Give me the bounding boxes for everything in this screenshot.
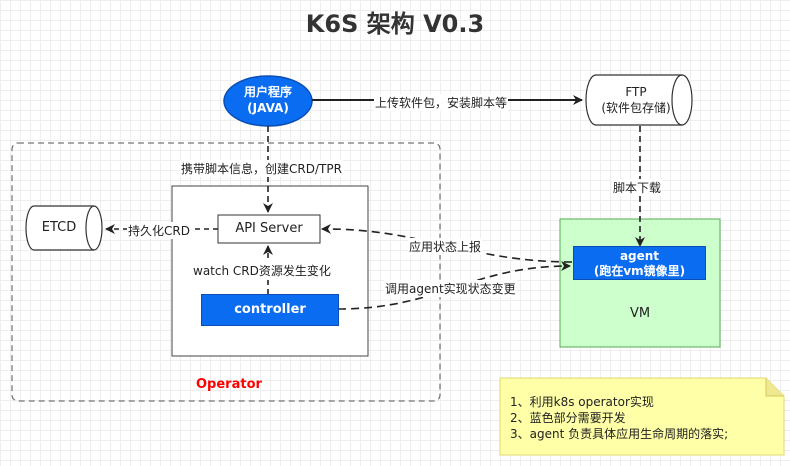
note-line-2: 2、蓝色部分需要开发	[510, 411, 626, 425]
etcd-label: ETCD	[41, 220, 77, 235]
note-line-3: 3、agent 负责具体应用生命周期的落实;	[510, 427, 729, 441]
api-server-label: API Server	[235, 221, 303, 236]
edge-create-crd-label: 携带脚本信息，创建CRD/TPR	[180, 160, 343, 177]
agent-line1: agent	[619, 249, 660, 263]
user-program-label: 用户程序 (JAVA)	[224, 84, 312, 116]
ftp-label: FTP (软件包存储)	[586, 84, 686, 116]
ftp-line1: FTP	[625, 85, 647, 99]
vm-label: VM	[629, 306, 651, 321]
edge-invoke-agent-label: 调用agent实现状态变更	[384, 280, 517, 297]
edge-upload-label: 上传软件包，安装脚本等	[374, 94, 509, 111]
note-text: 1、利用k8s operator实现 2、蓝色部分需要开发 3、agent 负责…	[510, 394, 770, 442]
controller-box: controller	[201, 294, 339, 326]
ftp-line2: (软件包存储)	[601, 101, 671, 115]
operator-label: Operator	[196, 377, 262, 392]
page-title: K6S 架构 V0.3	[305, 10, 485, 38]
agent-box: agent (跑在vm镜像里)	[573, 246, 706, 280]
controller-label: controller	[234, 302, 306, 317]
edge-report-status-label: 应用状态上报	[408, 238, 483, 255]
edge-watch-crd-label: watch CRD资源发生变化	[192, 262, 332, 279]
edge-persist-crd-label: 持久化CRD	[127, 222, 191, 239]
note-line-1: 1、利用k8s operator实现	[510, 395, 654, 409]
agent-line2: (跑在vm镜像里)	[593, 264, 686, 278]
edge-download-script-label: 脚本下载	[612, 179, 663, 196]
user-program-line1: 用户程序	[243, 85, 292, 99]
user-program-line2: (JAVA)	[247, 101, 289, 115]
